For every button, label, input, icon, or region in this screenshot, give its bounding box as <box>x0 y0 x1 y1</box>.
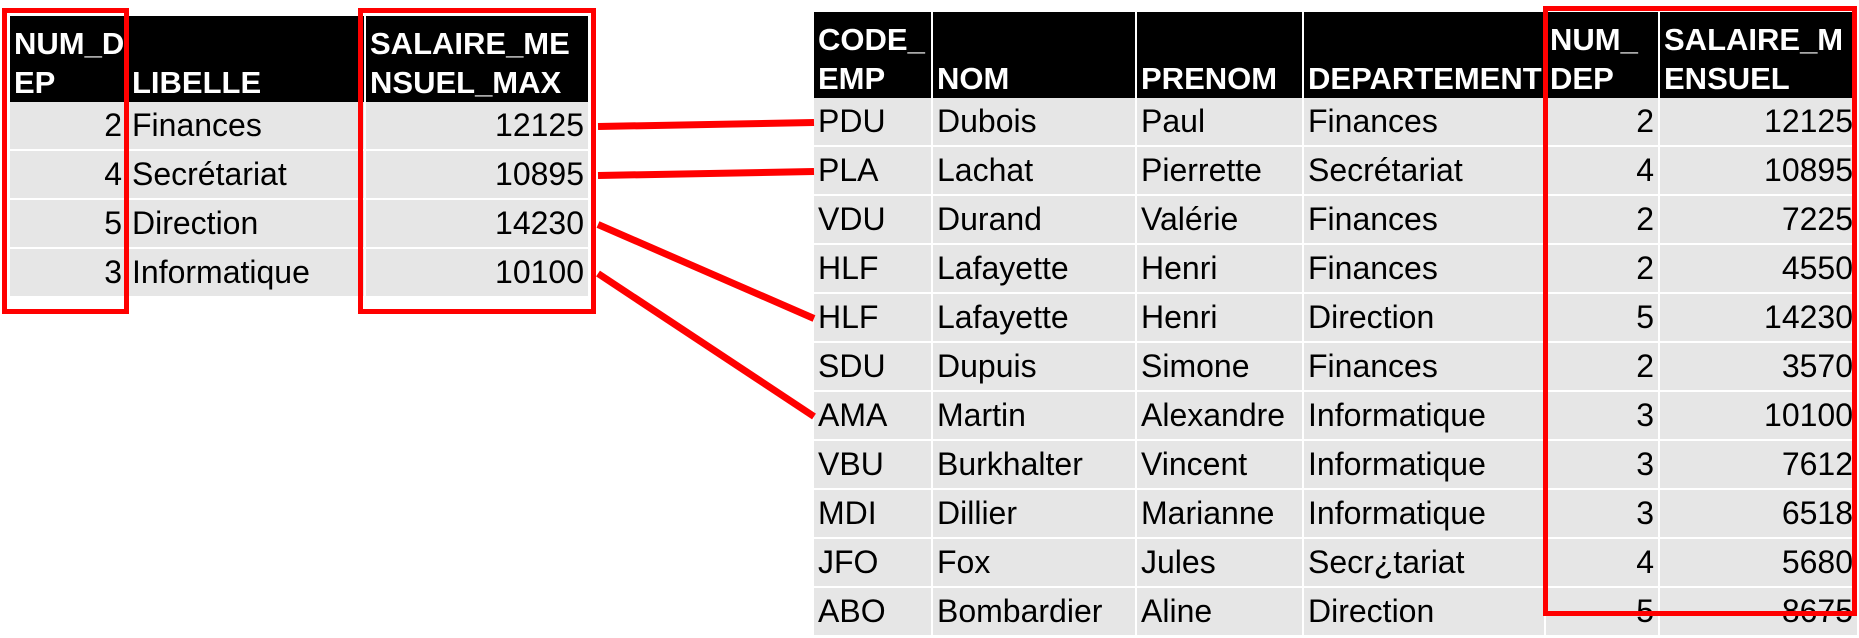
link-line-4 <box>596 270 816 420</box>
link-line-1 <box>597 119 815 130</box>
link-line-2 <box>597 168 815 179</box>
link-lines <box>596 119 816 420</box>
link-line-3 <box>596 221 816 322</box>
